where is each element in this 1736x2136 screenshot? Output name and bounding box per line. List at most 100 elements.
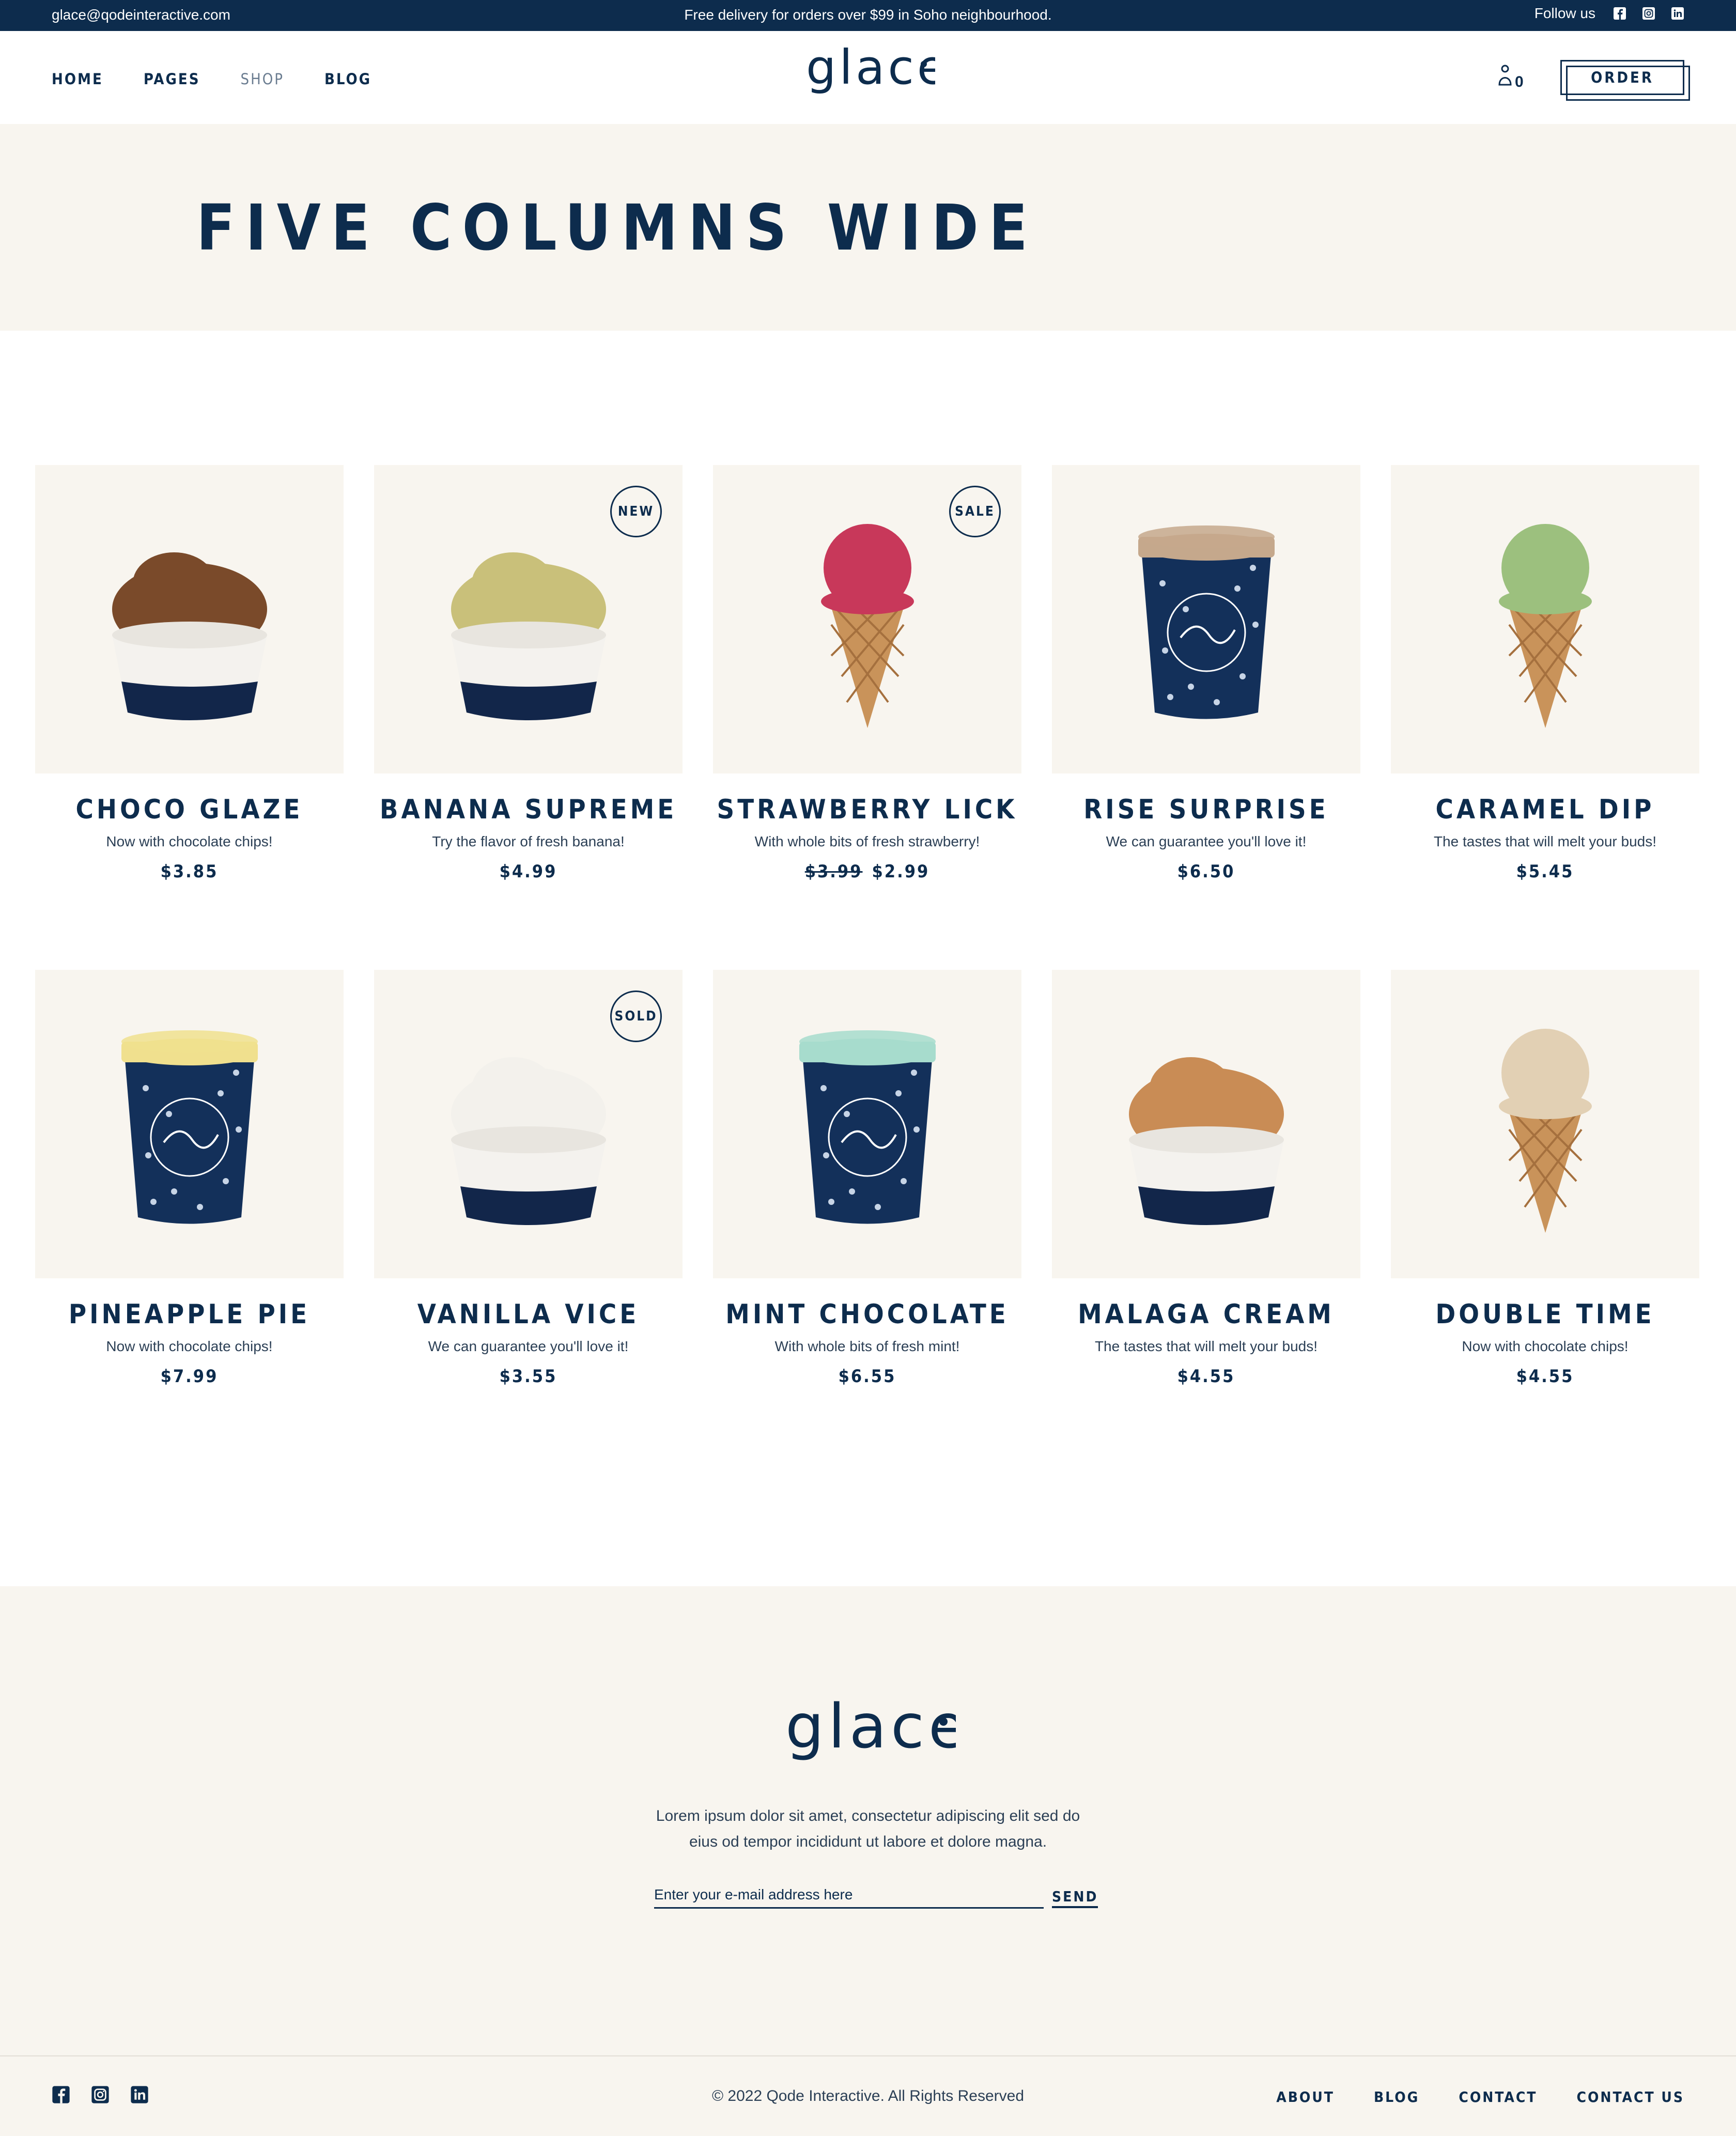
product-description: With whole bits of fresh mint!	[774, 1338, 960, 1354]
product-name[interactable]: MALAGA CREAM	[1052, 1299, 1360, 1330]
product-description: With whole bits of fresh strawberry!	[754, 833, 980, 849]
product-name[interactable]: DOUBLE TIME	[1391, 1299, 1699, 1330]
footer-text-line: eius od tempor incididunt ut labore et d…	[689, 1833, 1047, 1850]
product-name[interactable]: CARAMEL DIP	[1391, 794, 1699, 825]
footer: glace Lorem ipsum dolor sit amet, consec…	[0, 1586, 1736, 2055]
product-price: $5.45	[1391, 861, 1699, 882]
product-name[interactable]: VANILLA VICE	[374, 1299, 683, 1330]
footer-link-contact-us[interactable]: CONTACT US	[1576, 2088, 1684, 2106]
send-button[interactable]: SEND	[1052, 1888, 1098, 1908]
product-badge: SOLD	[610, 990, 662, 1042]
product-card[interactable]: CARAMEL DIP The tastes that will melt you…	[1391, 465, 1699, 970]
product-image[interactable]	[35, 465, 344, 773]
product-current-price: $4.55	[1516, 1366, 1574, 1387]
footer-logo[interactable]: glace	[780, 1691, 966, 1772]
product-name[interactable]: MINT CHOCOLATE	[713, 1299, 1021, 1330]
main-nav: HOME PAGES SHOP BLOG	[52, 70, 371, 88]
product-price: $4.55	[1391, 1366, 1699, 1387]
product-card[interactable]: MALAGA CREAM The tastes that will melt yo…	[1052, 970, 1360, 1475]
product-description: Now with chocolate chips!	[106, 833, 273, 849]
facebook-icon[interactable]	[1613, 7, 1626, 20]
product-image[interactable]	[1052, 970, 1360, 1278]
instagram-icon[interactable]	[1642, 7, 1655, 20]
newsletter-form: SEND	[654, 1882, 1098, 1913]
product-name[interactable]: BANANA SUPREME	[374, 794, 683, 825]
product-image[interactable]	[713, 970, 1021, 1278]
ice-cream-image	[820, 523, 914, 728]
page-title: FIVE COLUMNS WIDE	[196, 191, 1038, 265]
product-image[interactable]: NEW	[374, 465, 683, 773]
footer-link-contact[interactable]: CONTACT	[1459, 2088, 1537, 2106]
product-card[interactable]: CHOCO GLAZE Now with chocolate chips! $3.8…	[35, 465, 344, 970]
product-grid: CHOCO GLAZE Now with chocolate chips! $3.8…	[35, 465, 1701, 1475]
product-current-price: $6.50	[1177, 861, 1235, 882]
product-price: $3.99 $2.99	[713, 861, 1021, 882]
nav-pages[interactable]: PAGES	[144, 70, 200, 88]
product-current-price: $6.55	[838, 1366, 896, 1387]
linkedin-icon[interactable]	[1671, 7, 1684, 20]
order-button[interactable]: ORDER	[1560, 60, 1690, 101]
ice-cream-image	[121, 1030, 258, 1224]
product-current-price: $2.99	[872, 861, 930, 882]
product-current-price: $7.99	[160, 1366, 219, 1387]
product-image[interactable]: SALE	[713, 465, 1021, 773]
product-image[interactable]	[1391, 970, 1699, 1278]
ice-cream-image	[1498, 523, 1592, 728]
footer-link-blog[interactable]: BLOG	[1374, 2088, 1419, 2106]
product-price: $3.85	[35, 861, 344, 882]
product-name[interactable]: STRAWBERRY LICK	[713, 794, 1021, 825]
product-current-price: $4.99	[499, 861, 557, 882]
product-description: Now with chocolate chips!	[106, 1338, 273, 1354]
footer-links: ABOUT BLOG CONTACT CONTACT US	[1276, 2088, 1684, 2106]
top-bar: glace@qodeinteractive.com Free delivery …	[0, 0, 1736, 31]
product-name[interactable]: CHOCO GLAZE	[35, 794, 344, 825]
product-description: The tastes that will melt your buds!	[1094, 1338, 1318, 1354]
product-card[interactable]: SALE STRAWBERRY LICK With whole bits of fr…	[713, 465, 1021, 970]
product-card[interactable]: SOLD VANILLA VICE We can guarantee you'll …	[374, 970, 683, 1475]
order-label: ORDER	[1591, 69, 1654, 86]
product-description: We can guarantee you'll love it!	[428, 1338, 629, 1354]
svg-text:glace: glace	[806, 47, 935, 95]
product-price: $7.99	[35, 1366, 344, 1387]
ice-cream-image	[799, 1030, 936, 1224]
ice-cream-image	[1128, 1057, 1284, 1225]
product-image[interactable]	[1052, 465, 1360, 773]
nav-home[interactable]: HOME	[52, 70, 103, 88]
product-price: $4.55	[1052, 1366, 1360, 1387]
product-current-price: $3.55	[499, 1366, 557, 1387]
ice-cream-image	[451, 1057, 606, 1225]
product-current-price: $3.85	[160, 861, 219, 882]
ice-cream-image	[451, 552, 606, 720]
cart-count: 0	[1515, 73, 1524, 90]
product-card[interactable]: NEW BANANA SUPREME Try the flavor of fresh…	[374, 465, 683, 970]
product-price: $6.55	[713, 1366, 1021, 1387]
ice-cream-image	[1498, 1028, 1592, 1233]
product-description: We can guarantee you'll love it!	[1106, 833, 1307, 849]
ice-cream-image	[112, 552, 267, 720]
cart[interactable]: 0	[1497, 64, 1524, 91]
glace-logo[interactable]: glace	[801, 40, 947, 103]
product-description: The tastes that will melt your buds!	[1433, 833, 1657, 849]
follow-us: Follow us	[1535, 5, 1684, 22]
product-card[interactable]: MINT CHOCOLATE With whole bits of fresh m…	[713, 970, 1021, 1475]
nav-blog[interactable]: BLOG	[324, 70, 371, 88]
cart-icon	[1497, 64, 1513, 91]
product-image[interactable]	[1391, 465, 1699, 773]
product-image[interactable]: SOLD	[374, 970, 683, 1278]
email-field[interactable]	[654, 1882, 1044, 1909]
nav-shop[interactable]: SHOP	[241, 70, 284, 88]
product-image[interactable]	[35, 970, 344, 1278]
product-card[interactable]: DOUBLE TIME Now with chocolate chips! $4.5…	[1391, 970, 1699, 1475]
product-name[interactable]: RISE SURPRISE	[1052, 794, 1360, 825]
ice-cream-image	[1138, 525, 1275, 719]
product-card[interactable]: PINEAPPLE PIE Now with chocolate chips! $7…	[35, 970, 344, 1475]
product-price: $6.50	[1052, 861, 1360, 882]
product-card[interactable]: RISE SURPRISE We can guarantee you'll lov…	[1052, 465, 1360, 970]
product-old-price: $3.99	[804, 861, 863, 882]
footer-link-about[interactable]: ABOUT	[1276, 2088, 1335, 2106]
product-badge: NEW	[610, 486, 662, 537]
footer-bottom: © 2022 Qode Interactive. All Rights Rese…	[0, 2055, 1736, 2136]
footer-description: Lorem ipsum dolor sit amet, consectetur …	[0, 1803, 1736, 1855]
product-name[interactable]: PINEAPPLE PIE	[35, 1299, 344, 1330]
site-header: HOME PAGES SHOP BLOG glace 0 ORDER	[0, 31, 1736, 124]
